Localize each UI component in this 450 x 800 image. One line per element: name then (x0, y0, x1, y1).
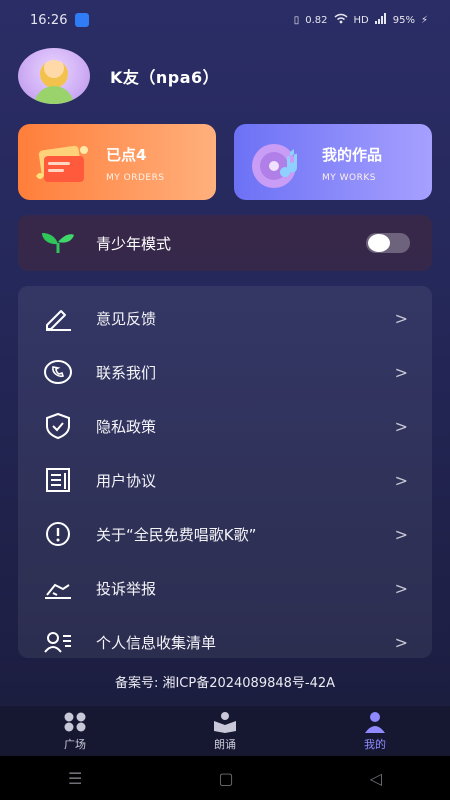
youth-mode-label: 青少年模式 (96, 234, 172, 253)
battery-level: 95% (392, 14, 415, 26)
menu-item-label: 关于“全民免费唱歌K歌” (96, 525, 257, 544)
tab-label: 广场 (64, 737, 86, 751)
menu-item-label: 投诉举报 (96, 579, 157, 598)
chevron-right-icon: > (394, 308, 408, 328)
signal-icon (374, 13, 387, 27)
music-disc-icon (252, 144, 298, 188)
chevron-right-icon: > (394, 362, 408, 382)
menu-item-label: 用户协议 (96, 471, 157, 490)
my-works-title: 我的作品 (322, 146, 383, 164)
shield-check-icon (42, 410, 74, 442)
orders-illustration-icon (36, 145, 88, 182)
status-bar: 16:26 ▯ 0.82 HD 95% ⚡ (0, 0, 450, 40)
tab-mine[interactable]: 我的 (300, 706, 450, 756)
menu-item-about[interactable]: 关于“全民免费唱歌K歌” > (18, 507, 432, 561)
chevron-right-icon: > (394, 578, 408, 598)
chevron-right-icon: > (394, 416, 408, 436)
menu-item-label: 隐私政策 (96, 417, 157, 436)
charging-icon: ⚡ (420, 14, 428, 26)
quick-cards: 已点4 MY ORDERS 我的作品 MY WORKS (18, 124, 432, 200)
report-icon (42, 572, 74, 604)
app-notification-icon (75, 13, 90, 27)
avatar[interactable] (18, 48, 90, 104)
home-icon[interactable]: ▢ (218, 769, 233, 788)
phone-icon (42, 356, 74, 388)
menu-item-label: 意见反馈 (96, 309, 157, 328)
my-works-card[interactable]: 我的作品 MY WORKS (234, 124, 432, 200)
menu-item-user-agreement[interactable]: 用户协议 > (18, 453, 432, 507)
back-icon[interactable]: ◁ (370, 769, 382, 788)
bottom-tab-bar: 广场 朗诵 我的 (0, 706, 450, 756)
tab-label: 朗诵 (214, 737, 236, 751)
network-type: HD (353, 14, 369, 26)
menu-item-feedback[interactable]: 意见反馈 > (18, 291, 432, 345)
net-speed: 0.82 (305, 14, 328, 26)
my-orders-title: 已点4 (106, 146, 147, 164)
username: K友（npa6） (110, 68, 220, 87)
menu-item-report[interactable]: 投诉举报 > (18, 561, 432, 615)
settings-menu: 意见反馈 > 联系我们 > 隐私政策 > 用户协议 > 关于“全民免费唱歌K歌”… (18, 286, 432, 658)
youth-mode-toggle[interactable] (366, 233, 410, 253)
vibrate-icon: ▯ (293, 14, 300, 26)
wifi-icon (334, 13, 348, 27)
tab-label: 我的 (364, 737, 386, 751)
icp-record-text: 备案号: 湘ICP备2024089848号-42A (114, 676, 336, 691)
grid-icon (62, 711, 88, 733)
tab-square[interactable]: 广场 (0, 706, 150, 756)
status-icons: ▯ 0.82 HD 95% ⚡ (294, 13, 428, 27)
my-works-subtitle: MY WORKS (322, 173, 376, 183)
system-navigation-bar: ☰ ▢ ◁ (0, 756, 450, 800)
info-icon (42, 518, 74, 550)
menu-item-contact[interactable]: 联系我们 > (18, 345, 432, 399)
tab-recite[interactable]: 朗诵 (150, 706, 300, 756)
menu-item-label: 联系我们 (96, 363, 157, 382)
person-icon (362, 711, 388, 733)
chevron-right-icon: > (394, 470, 408, 490)
chevron-right-icon: > (394, 524, 408, 544)
menu-item-personal-info-list[interactable]: 个人信息收集清单 > (18, 615, 432, 669)
menu-item-label: 个人信息收集清单 (96, 633, 217, 652)
youth-mode-row[interactable]: 青少年模式 (18, 215, 432, 271)
status-time: 16:26 (30, 12, 68, 28)
toggle-knob (368, 234, 390, 252)
profile-header[interactable]: K友（npa6） (18, 48, 219, 104)
sprout-leaf-icon (42, 233, 74, 253)
feedback-edit-icon (42, 302, 74, 334)
menu-icon[interactable]: ☰ (68, 769, 82, 788)
my-orders-card[interactable]: 已点4 MY ORDERS (18, 124, 216, 200)
chevron-right-icon: > (394, 632, 408, 652)
my-orders-subtitle: MY ORDERS (106, 173, 165, 183)
menu-item-privacy[interactable]: 隐私政策 > (18, 399, 432, 453)
document-icon (42, 464, 74, 496)
user-list-icon (42, 626, 74, 658)
book-reader-icon (212, 711, 238, 733)
